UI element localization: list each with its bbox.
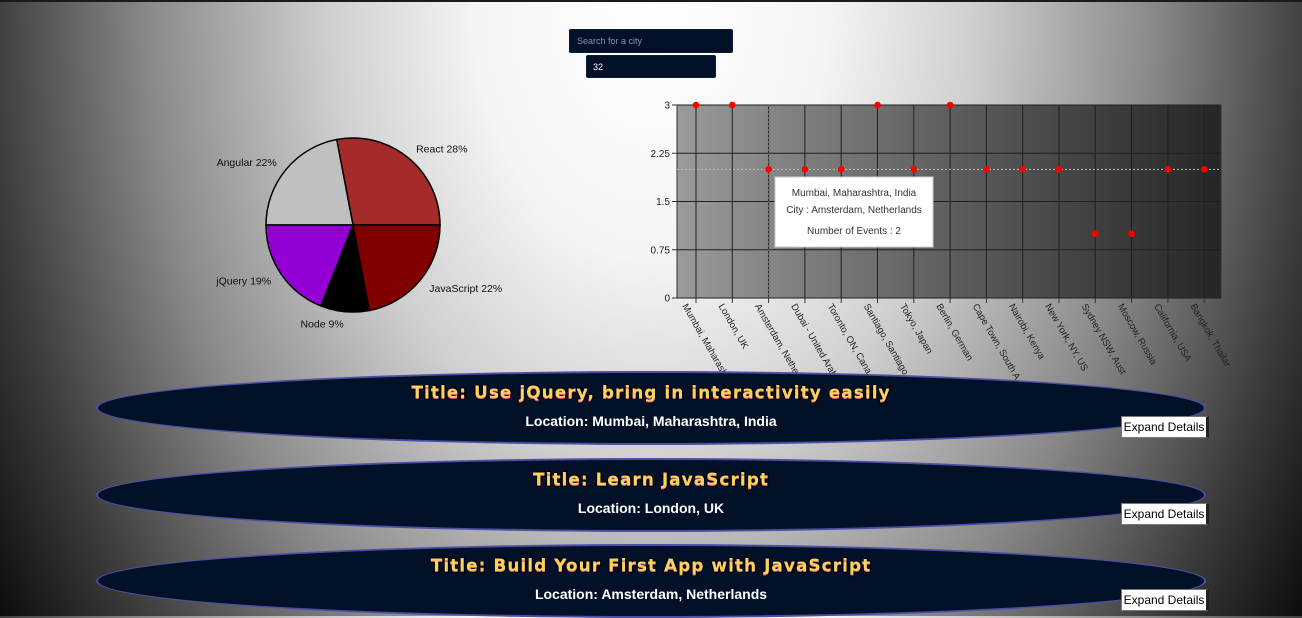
- scatter-point[interactable]: [1128, 230, 1135, 237]
- event-title: Title: Learn JavaScript: [532, 470, 770, 490]
- y-tick-label: 3: [664, 101, 670, 112]
- event-card: Title: Learn JavaScript Location: London…: [96, 458, 1206, 532]
- x-tick-label: Nairobi, Kenya: [1006, 302, 1047, 362]
- event-title: Title: Use jQuery, bring in interactivit…: [411, 383, 891, 403]
- x-tick-label: London, UK: [716, 302, 751, 352]
- scatter-point[interactable]: [1019, 166, 1026, 173]
- scatter-point[interactable]: [946, 101, 954, 109]
- event-location: Location: London, UK: [577, 500, 725, 516]
- x-tick-label: Berlin, German: [934, 302, 975, 363]
- scatter-point[interactable]: [910, 166, 918, 173]
- scatter-point[interactable]: [729, 101, 736, 109]
- x-tick-label: Moscow, Russia: [1115, 302, 1159, 368]
- event-title: Title: Build Your First App with JavaScr…: [430, 556, 872, 576]
- tooltip-count: Number of Events : 2: [807, 226, 901, 237]
- x-tick-label: Tokyo, Japan: [897, 302, 935, 356]
- x-tick-label: Bangkok, Thailar: [1188, 302, 1233, 369]
- scatter-point[interactable]: [1055, 166, 1063, 173]
- expand-details-button[interactable]: Expand Details: [1121, 416, 1209, 438]
- scatter-point[interactable]: [692, 101, 700, 109]
- scatter-point[interactable]: [1200, 166, 1208, 173]
- scatter-point[interactable]: [765, 166, 772, 173]
- y-tick-label: 1.5: [656, 197, 670, 208]
- scatter-point[interactable]: [801, 166, 809, 173]
- y-tick-label: 2.25: [651, 149, 671, 160]
- event-card: Title: Use jQuery, bring in interactivit…: [96, 371, 1206, 445]
- scatter-point[interactable]: [1164, 166, 1172, 173]
- event-location: Location: Mumbai, Maharashtra, India: [525, 413, 777, 429]
- scatter-point[interactable]: [983, 166, 990, 173]
- tooltip-title: Mumbai, Maharashtra, India: [792, 188, 917, 199]
- chart-tooltip: Mumbai, Maharashtra, India City : Amster…: [774, 176, 934, 248]
- tooltip-city: City : Amsterdam, Netherlands: [786, 205, 922, 216]
- event-card: Title: Build Your First App with JavaScr…: [96, 544, 1206, 618]
- expand-details-button[interactable]: Expand Details: [1121, 589, 1209, 611]
- expand-details-button[interactable]: Expand Details: [1121, 503, 1209, 525]
- scatter-point[interactable]: [837, 166, 845, 173]
- y-tick-label: 0: [664, 294, 670, 305]
- scatter-point[interactable]: [874, 101, 881, 109]
- scatter-point[interactable]: [1092, 230, 1099, 237]
- x-tick-label: California, USA: [1151, 302, 1193, 364]
- event-location: Location: Amsterdam, Netherlands: [534, 586, 768, 602]
- y-tick-label: 0.75: [651, 245, 671, 256]
